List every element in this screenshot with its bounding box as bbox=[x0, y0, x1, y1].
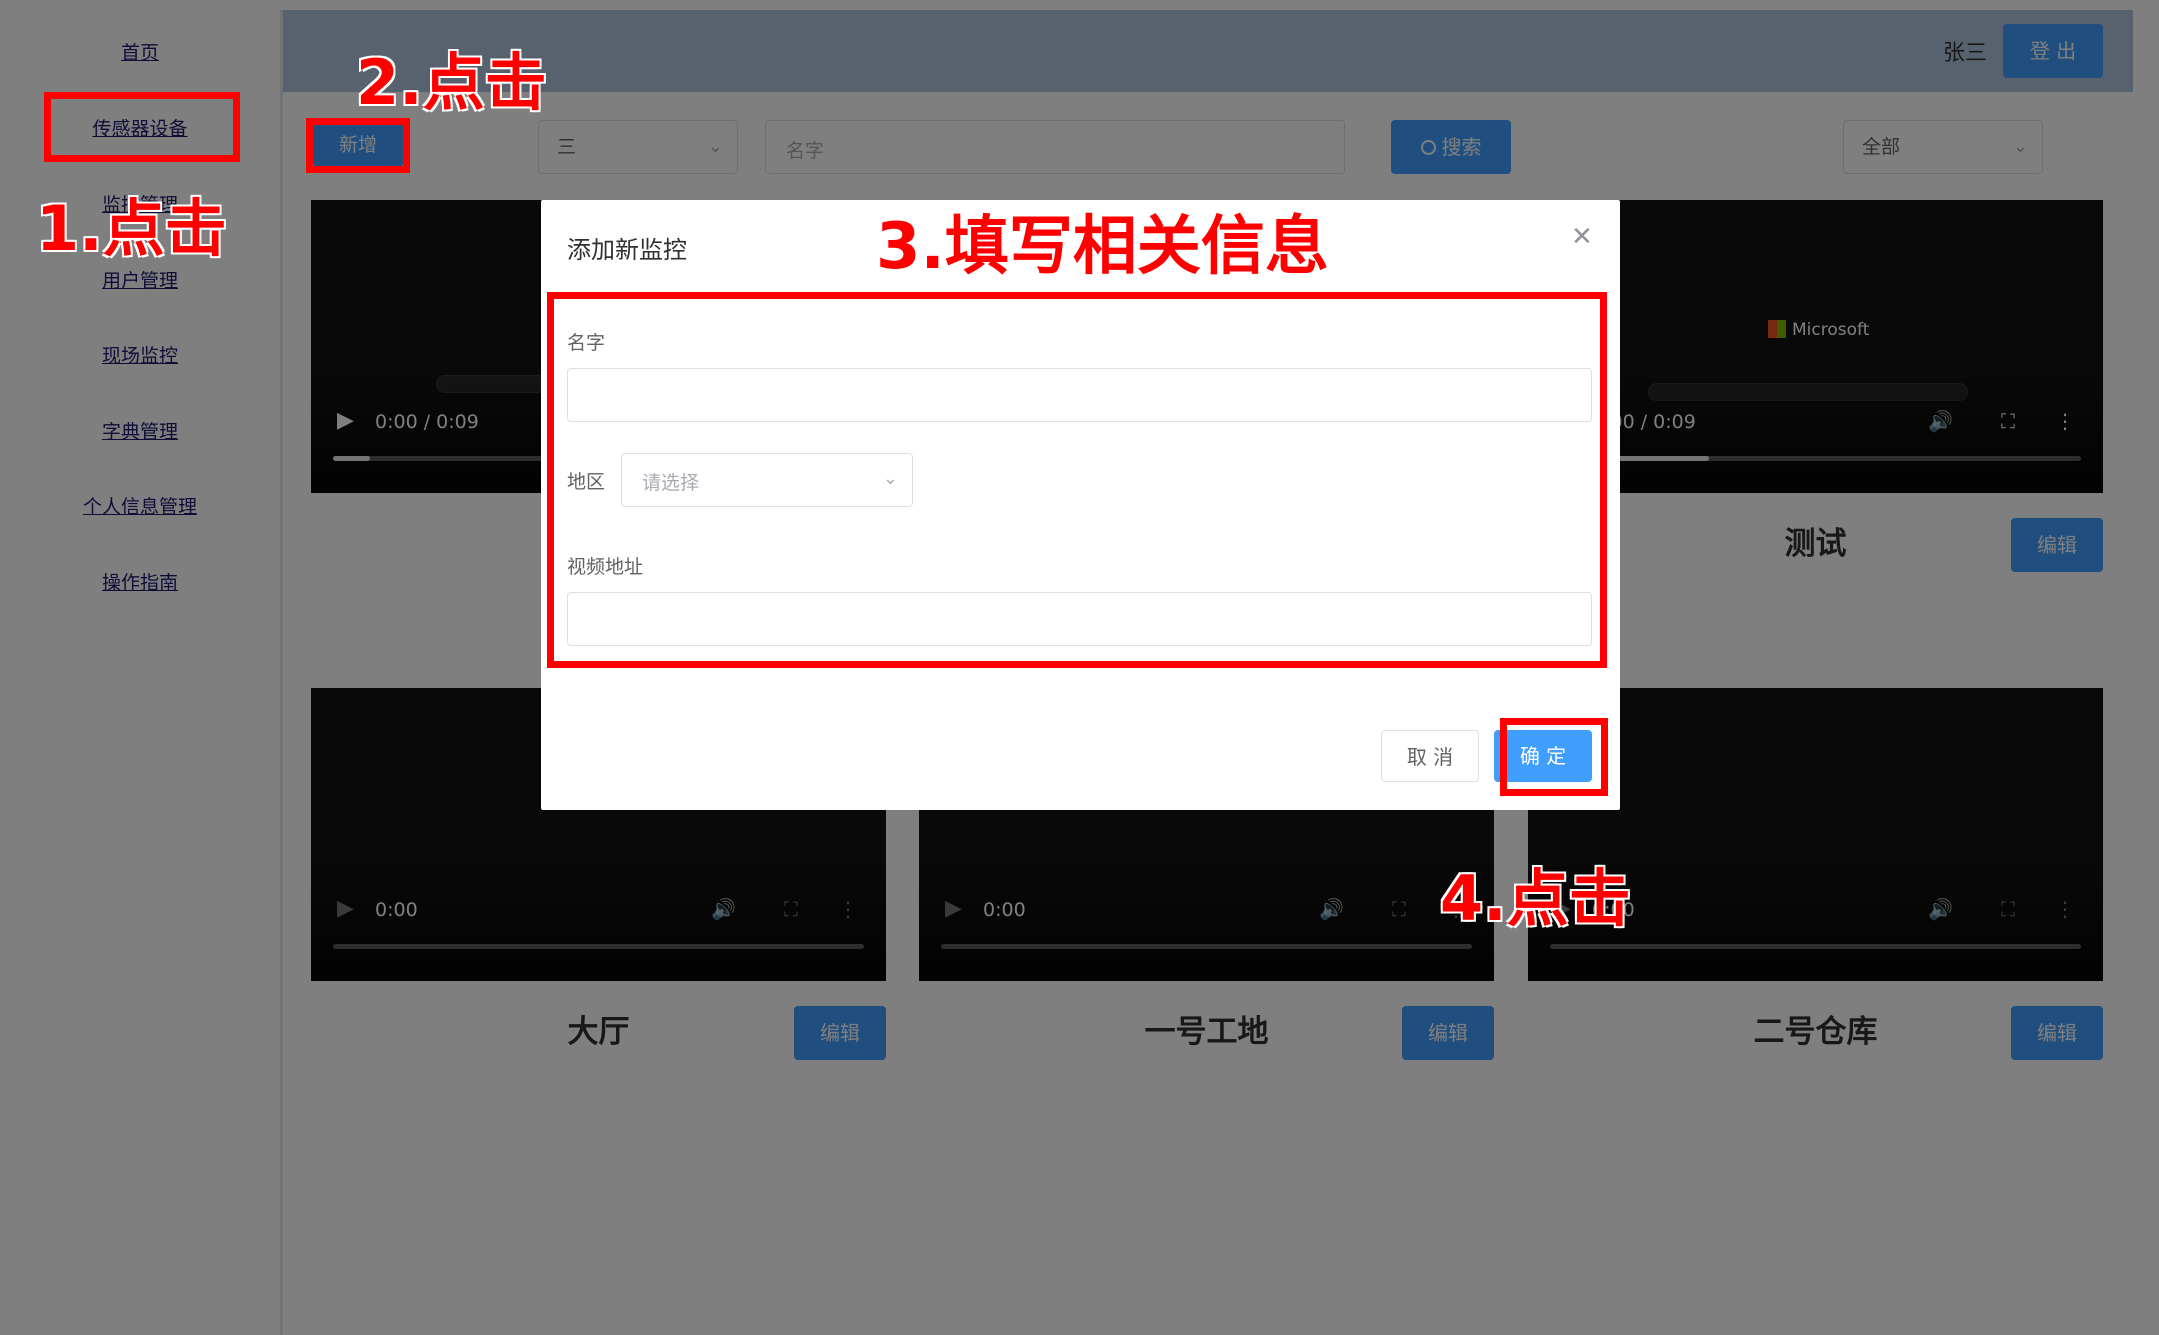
cancel-button[interactable]: 取 消 bbox=[1381, 730, 1479, 782]
annotation-box-sensor-devices bbox=[44, 92, 240, 162]
annotation-box-form bbox=[547, 292, 1607, 668]
close-icon[interactable]: ✕ bbox=[1571, 222, 1593, 252]
annotation-step1: 1.点击 bbox=[36, 192, 227, 265]
annotation-step3: 3.填写相关信息 bbox=[876, 210, 1329, 284]
annotation-step2: 2.点击 bbox=[356, 46, 547, 119]
annotation-box-confirm bbox=[1500, 718, 1608, 796]
annotation-box-add bbox=[306, 118, 410, 173]
dialog-title: 添加新监控 bbox=[567, 236, 687, 264]
annotation-step4: 4.点击 bbox=[1440, 862, 1631, 935]
